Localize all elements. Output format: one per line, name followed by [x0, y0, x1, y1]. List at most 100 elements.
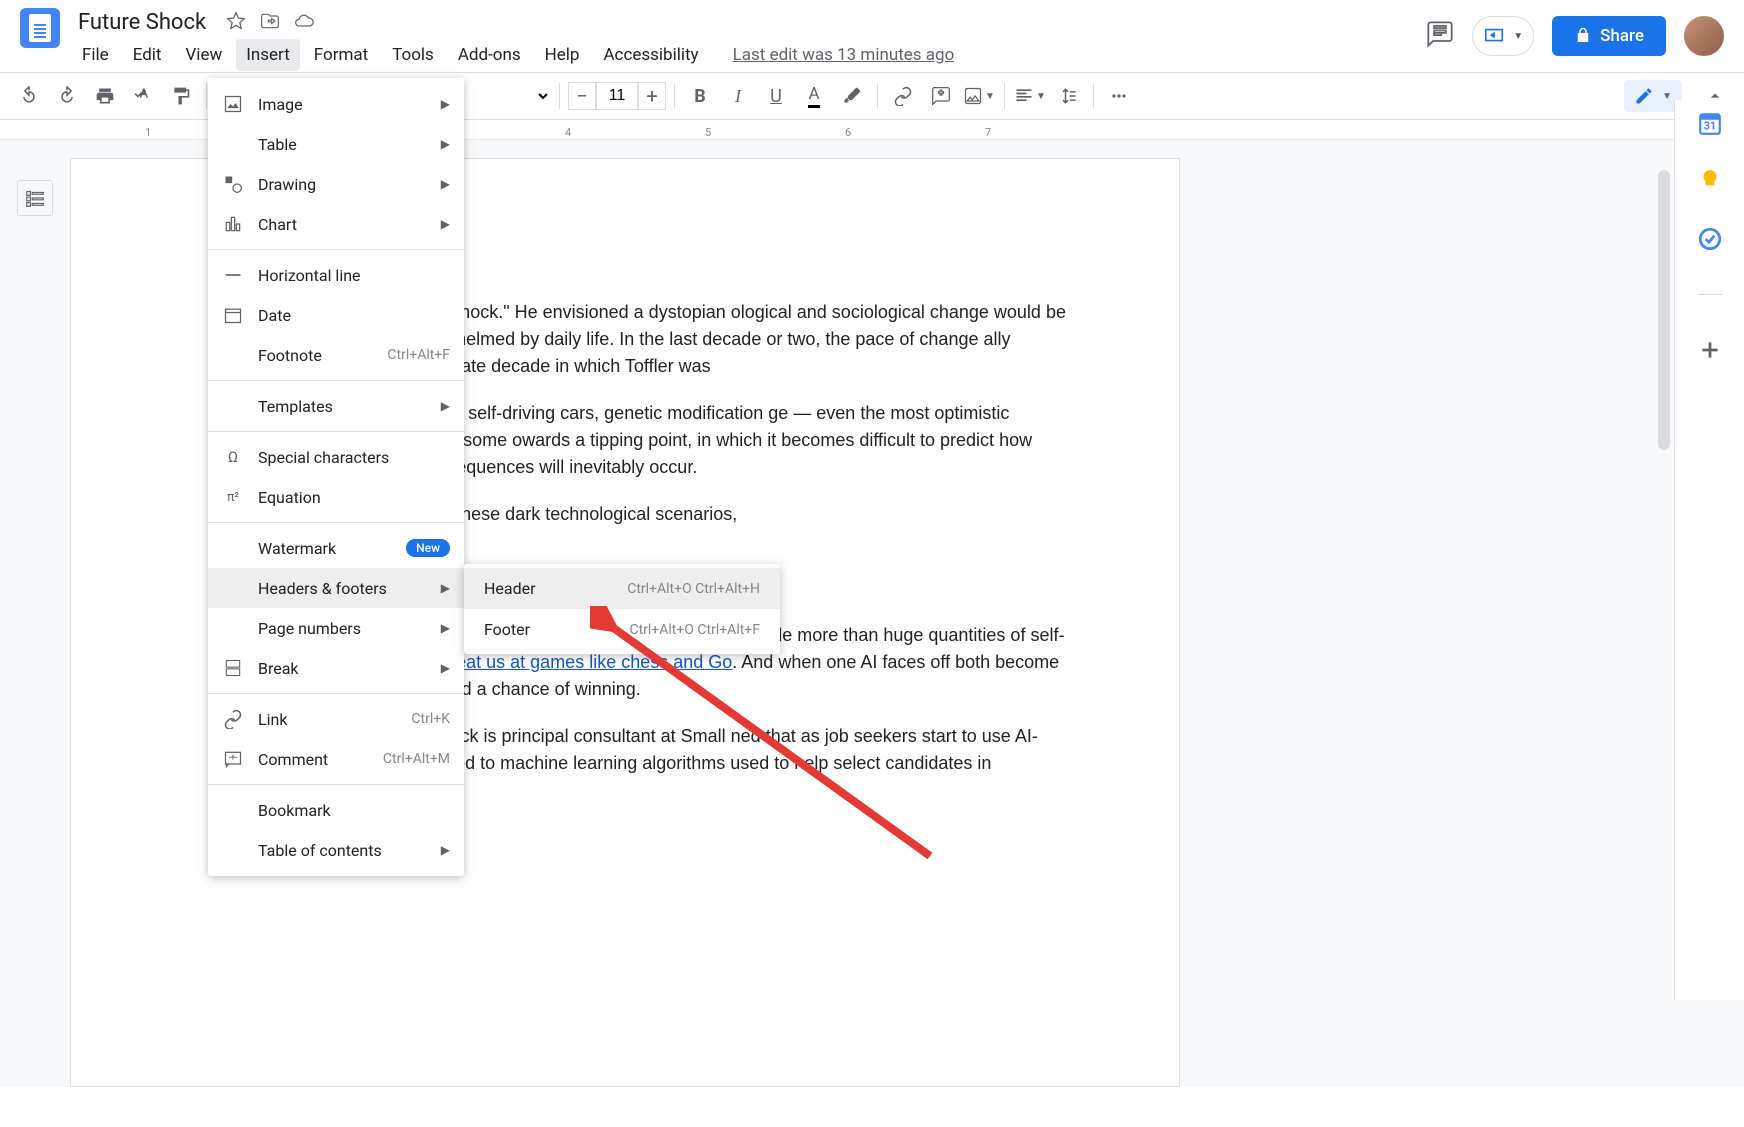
- menu-item-footnote[interactable]: FootnoteCtrl+Alt+F: [208, 335, 464, 375]
- move-icon[interactable]: [260, 11, 280, 35]
- menu-item-headers-footers[interactable]: Headers & footers▶: [208, 568, 464, 608]
- svg-text:π²: π²: [227, 490, 239, 505]
- menu-item-templates[interactable]: Templates▶: [208, 386, 464, 426]
- blank-icon: [222, 839, 244, 861]
- blank-icon: [222, 617, 244, 639]
- redo-button[interactable]: [50, 79, 84, 113]
- italic-button[interactable]: I: [721, 79, 755, 113]
- tasks-icon[interactable]: [1697, 226, 1723, 252]
- outline-button[interactable]: [17, 180, 53, 216]
- svg-text:31: 31: [1703, 120, 1715, 133]
- underline-button[interactable]: U: [759, 79, 793, 113]
- menu-item-comment[interactable]: +CommentCtrl+Alt+M: [208, 739, 464, 779]
- chevron-right-icon: ▶: [441, 399, 450, 413]
- chart-icon: [222, 213, 244, 235]
- drawing-icon: [222, 173, 244, 195]
- add-comment-button[interactable]: [924, 79, 958, 113]
- star-icon[interactable]: [226, 11, 246, 35]
- lock-icon: [1574, 27, 1592, 45]
- scrollbar[interactable]: [1658, 170, 1670, 450]
- text-color-button[interactable]: A: [797, 79, 831, 113]
- present-button[interactable]: ▼: [1472, 16, 1534, 56]
- pencil-icon: [1634, 86, 1654, 106]
- menu-item-horizontal-line[interactable]: Horizontal line: [208, 255, 464, 295]
- menu-insert[interactable]: Insert: [236, 39, 300, 71]
- comment-history-icon[interactable]: [1426, 20, 1454, 52]
- side-panel: 31: [1674, 100, 1744, 1000]
- keep-icon[interactable]: [1697, 168, 1723, 194]
- spellcheck-button[interactable]: [126, 79, 160, 113]
- bold-button[interactable]: B: [683, 79, 717, 113]
- menu-item-table-of-contents[interactable]: Table of contents▶: [208, 830, 464, 870]
- share-button[interactable]: Share: [1552, 16, 1666, 56]
- menu-item-drawing[interactable]: Drawing▶: [208, 164, 464, 204]
- chevron-down-icon: ▼: [1662, 91, 1672, 102]
- document-title[interactable]: Future Shock: [72, 8, 212, 37]
- undo-button[interactable]: [12, 79, 46, 113]
- menu-item-page-numbers[interactable]: Page numbers▶: [208, 608, 464, 648]
- chevron-right-icon: ▶: [441, 843, 450, 857]
- image-icon: [222, 93, 244, 115]
- date-icon: [222, 304, 244, 326]
- svg-text:+: +: [230, 753, 236, 764]
- link-icon: [222, 708, 244, 730]
- font-family-select[interactable]: [499, 82, 551, 111]
- menu-item-table[interactable]: Table▶: [208, 124, 464, 164]
- calendar-icon[interactable]: 31: [1697, 110, 1723, 136]
- more-button[interactable]: [1102, 79, 1136, 113]
- menu-item-equation[interactable]: π²Equation: [208, 477, 464, 517]
- increase-font-button[interactable]: +: [638, 82, 666, 110]
- submenu-item-header[interactable]: HeaderCtrl+Alt+O Ctrl+Alt+H: [464, 568, 780, 609]
- menu-item-image[interactable]: Image▶: [208, 84, 464, 124]
- print-button[interactable]: [88, 79, 122, 113]
- decrease-font-button[interactable]: −: [568, 82, 596, 110]
- chevron-right-icon: ▶: [441, 137, 450, 151]
- paint-format-button[interactable]: [164, 79, 198, 113]
- menu-item-special-characters[interactable]: ΩSpecial characters: [208, 437, 464, 477]
- menu-item-watermark[interactable]: WatermarkNew: [208, 528, 464, 568]
- menu-addons[interactable]: Add-ons: [448, 39, 531, 71]
- align-button[interactable]: ▼: [1013, 79, 1047, 113]
- add-addon-icon[interactable]: [1697, 337, 1723, 363]
- chevron-down-icon: ▼: [1513, 31, 1523, 42]
- blank-icon: [222, 537, 244, 559]
- headers-footers-submenu: HeaderCtrl+Alt+O Ctrl+Alt+HFooterCtrl+Al…: [464, 564, 780, 654]
- cloud-status-icon[interactable]: [294, 11, 314, 35]
- blank-icon: [222, 799, 244, 821]
- docs-logo[interactable]: [20, 8, 60, 48]
- pi-icon: π²: [222, 486, 244, 508]
- menu-item-link[interactable]: LinkCtrl+K: [208, 699, 464, 739]
- menu-item-date[interactable]: Date: [208, 295, 464, 335]
- last-edit-link[interactable]: Last edit was 13 minutes ago: [733, 45, 955, 65]
- menu-edit[interactable]: Edit: [123, 39, 172, 71]
- insert-menu-dropdown: Image▶Table▶Drawing▶Chart▶ Horizontal lin…: [208, 78, 464, 876]
- menu-item-break[interactable]: Break▶: [208, 648, 464, 688]
- font-size-input[interactable]: [596, 82, 638, 110]
- chevron-right-icon: ▶: [441, 177, 450, 191]
- menu-file[interactable]: File: [72, 39, 119, 71]
- blank-icon: [222, 577, 244, 599]
- table-icon: [222, 133, 244, 155]
- insert-image-button[interactable]: ▼: [962, 79, 996, 113]
- hr-icon: [222, 264, 244, 286]
- menu-format[interactable]: Format: [304, 39, 378, 71]
- submenu-item-footer[interactable]: FooterCtrl+Alt+O Ctrl+Alt+F: [464, 609, 780, 650]
- menubar: File Edit View Insert Format Tools Add-o…: [72, 39, 1426, 71]
- line-spacing-button[interactable]: [1051, 79, 1085, 113]
- break-icon: [222, 657, 244, 679]
- document-link[interactable]: lefeat us at games like chess and Go: [437, 652, 732, 672]
- menu-help[interactable]: Help: [535, 39, 590, 71]
- chevron-right-icon: ▶: [441, 581, 450, 595]
- menu-view[interactable]: View: [175, 39, 232, 71]
- menu-item-chart[interactable]: Chart▶: [208, 204, 464, 244]
- blank-icon: [222, 344, 244, 366]
- chevron-right-icon: ▶: [441, 97, 450, 111]
- insert-link-button[interactable]: [886, 79, 920, 113]
- menu-item-bookmark[interactable]: Bookmark: [208, 790, 464, 830]
- menu-accessibility[interactable]: Accessibility: [593, 39, 708, 71]
- user-avatar[interactable]: [1684, 16, 1724, 56]
- comment-icon: +: [222, 748, 244, 770]
- chevron-right-icon: ▶: [441, 217, 450, 231]
- menu-tools[interactable]: Tools: [382, 39, 444, 71]
- highlight-button[interactable]: [835, 79, 869, 113]
